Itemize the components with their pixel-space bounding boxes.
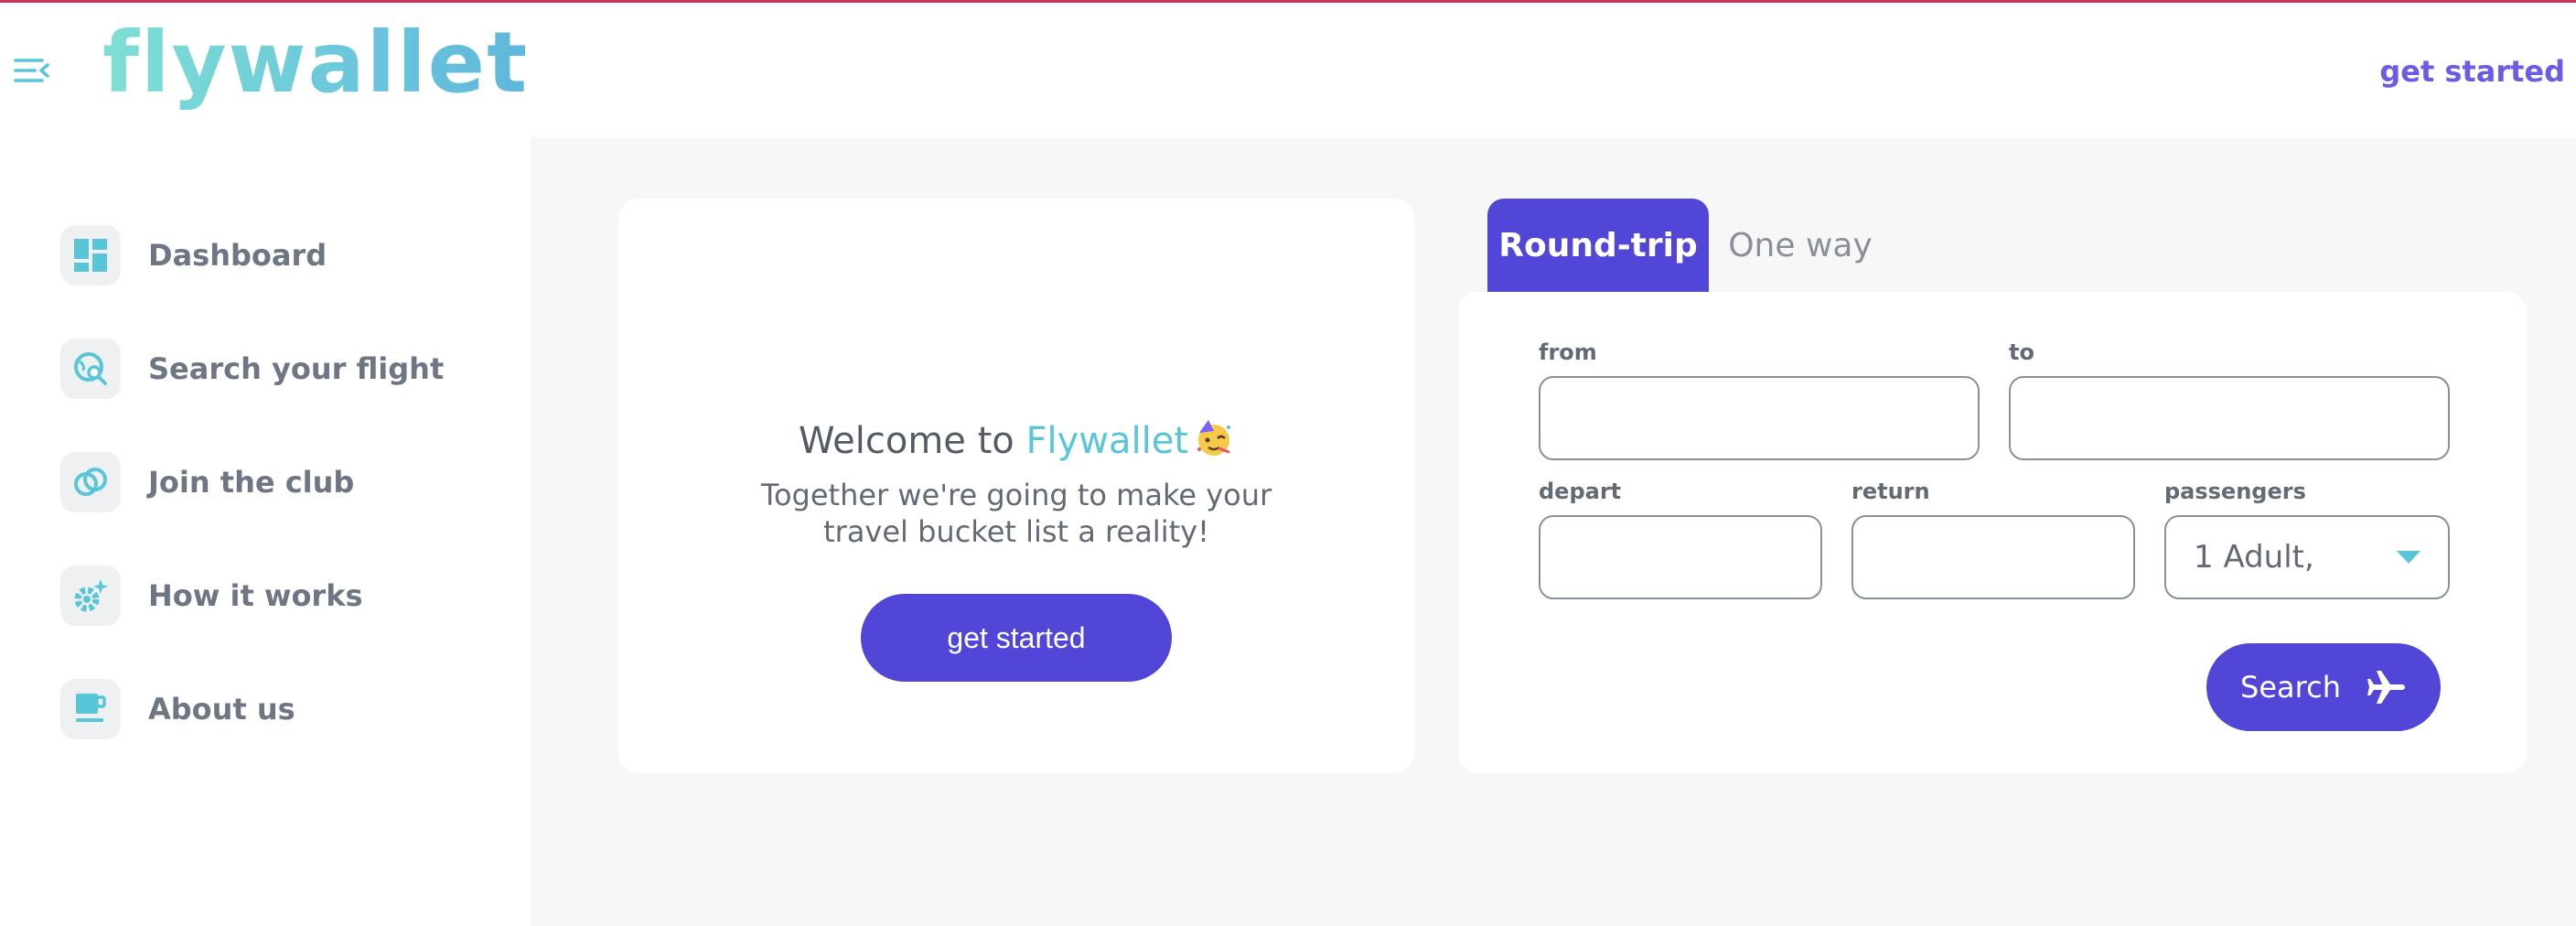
to-input[interactable] xyxy=(2009,376,2450,460)
passengers-select[interactable]: 1 Adult, xyxy=(2164,515,2450,599)
search-button[interactable]: Search xyxy=(2206,643,2441,731)
sidebar-item-label: Join the club xyxy=(148,465,355,500)
passengers-label: passengers xyxy=(2164,479,2306,504)
header-get-started-link[interactable]: get started xyxy=(2379,54,2565,89)
welcome-title: Welcome to Flywallet xyxy=(618,418,1414,462)
welcome-subtitle: Together we're going to make your travel… xyxy=(760,478,1272,549)
to-label: to xyxy=(2009,339,2034,365)
gears-icon xyxy=(60,565,121,626)
sidebar-item-label: Search your flight xyxy=(148,351,445,386)
from-input[interactable] xyxy=(1539,376,1980,460)
depart-date-input[interactable] xyxy=(1539,515,1822,599)
coffee-cup-icon xyxy=(60,679,121,739)
depart-label: depart xyxy=(1539,479,1622,504)
chevron-down-icon xyxy=(2397,551,2420,564)
header: flywallet get started xyxy=(0,3,2576,137)
from-label: from xyxy=(1539,339,1597,365)
sidebar-item-label: Dashboard xyxy=(148,238,327,273)
main-content: Welcome to Flywallet Together we're goin… xyxy=(531,137,2576,926)
return-label: return xyxy=(1852,479,1930,504)
sidebar-item-join-the-club[interactable]: Join the club xyxy=(60,451,354,513)
sidebar-item-dashboard[interactable]: Dashboard xyxy=(60,224,327,286)
search-globe-icon xyxy=(60,339,121,399)
dashboard-icon xyxy=(60,225,121,285)
rings-icon xyxy=(60,452,121,512)
sidebar-item-label: About us xyxy=(148,692,295,727)
search-button-label: Search xyxy=(2240,670,2341,705)
sidebar-item-how-it-works[interactable]: How it works xyxy=(60,565,363,627)
welcome-title-prefix: Welcome to xyxy=(798,420,1026,462)
tab-round-trip[interactable]: Round-trip xyxy=(1487,199,1709,292)
welcome-card: Welcome to Flywallet Together we're goin… xyxy=(618,199,1414,773)
sidebar-item-label: How it works xyxy=(148,578,363,613)
return-date-input[interactable] xyxy=(1852,515,2135,599)
sidebar-item-search-your-flight[interactable]: Search your flight xyxy=(60,338,444,400)
sidebar-item-about-us[interactable]: About us xyxy=(60,678,295,740)
party-face-emoji-icon xyxy=(1194,418,1234,458)
sidebar: Dashboard Search your flight Join the cl… xyxy=(0,137,531,926)
welcome-title-brand: Flywallet xyxy=(1025,420,1189,462)
airplane-icon xyxy=(2367,671,2405,704)
flight-search-form: from to depart return passengers 1 Adult… xyxy=(1458,292,2527,773)
passengers-select-value: 1 Adult, xyxy=(2194,539,2314,576)
tab-one-way[interactable]: One way xyxy=(1709,199,1892,292)
menu-collapse-icon[interactable] xyxy=(13,54,51,87)
flywallet-logo[interactable]: flywallet xyxy=(102,8,529,118)
get-started-button[interactable]: get started xyxy=(861,594,1172,682)
